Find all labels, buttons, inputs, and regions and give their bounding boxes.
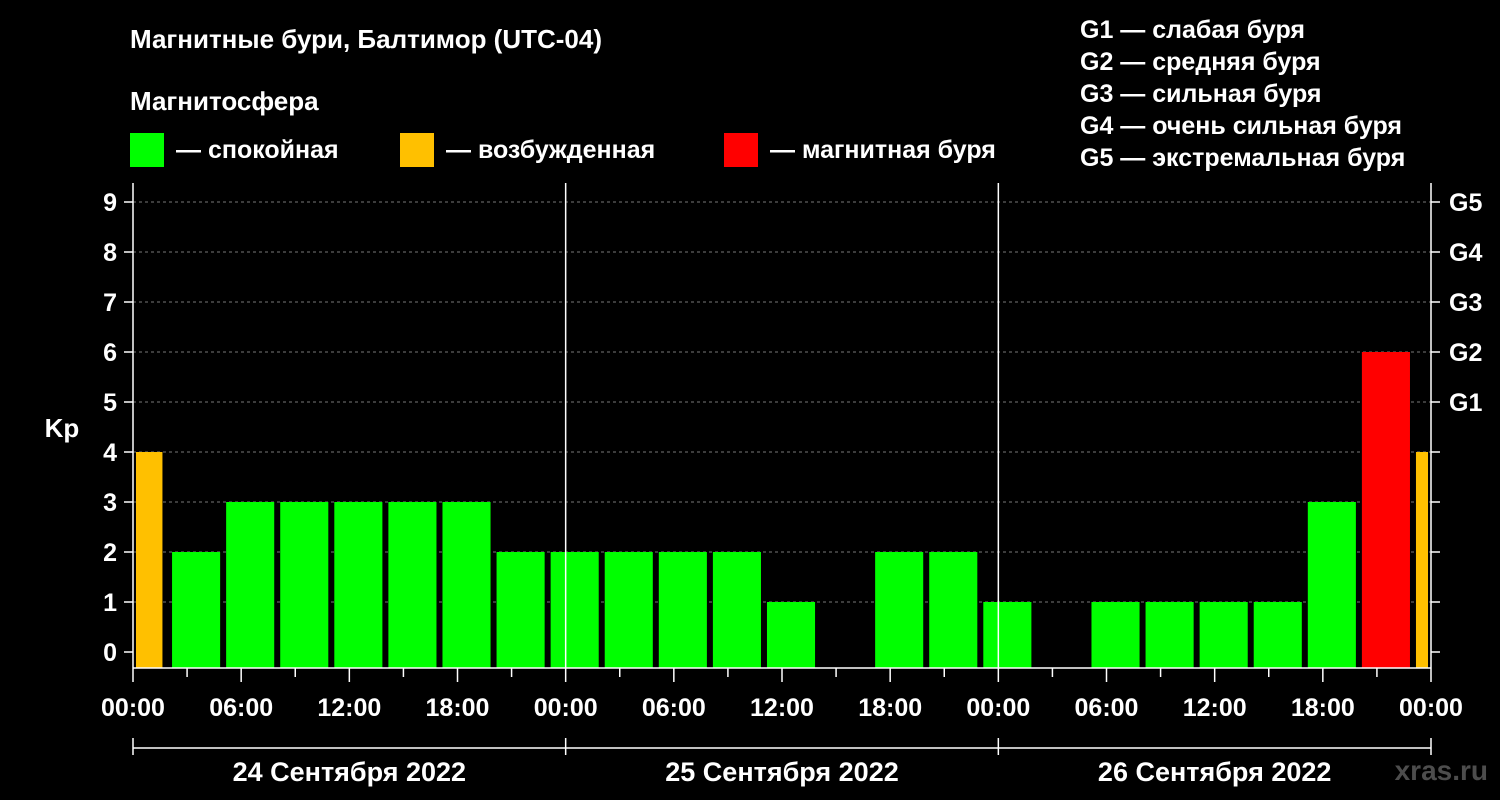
kp-bar: [442, 502, 491, 668]
y-axis-label: Kp: [45, 413, 80, 443]
kp-bar: [1145, 602, 1194, 668]
y-tick-label: 7: [103, 289, 117, 317]
x-tick-label: 06:00: [209, 694, 273, 722]
x-tick-label: 18:00: [426, 694, 490, 722]
kp-bar: [334, 502, 383, 668]
kp-bar: [1415, 452, 1428, 668]
day-label: 24 Сентября 2022: [233, 757, 466, 787]
kp-bar: [1253, 602, 1302, 668]
x-tick-label: 12:00: [1183, 694, 1247, 722]
g-level-label: G5: [1449, 189, 1482, 217]
day-label: 25 Сентября 2022: [665, 757, 898, 787]
x-tick-label: 18:00: [858, 694, 922, 722]
kp-bar: [1199, 602, 1248, 668]
kp-bar: [226, 502, 275, 668]
kp-bar: [929, 552, 978, 668]
kp-bar: [875, 552, 924, 668]
y-tick-label: 0: [103, 639, 117, 667]
y-tick-label: 8: [103, 239, 117, 267]
y-tick-label: 3: [103, 489, 117, 517]
y-tick-label: 6: [103, 339, 117, 367]
day-label: 26 Сентября 2022: [1098, 757, 1331, 787]
x-tick-label: 00:00: [966, 694, 1030, 722]
kp-bar: [388, 502, 437, 668]
x-tick-label: 06:00: [1075, 694, 1139, 722]
kp-bar: [766, 602, 816, 668]
kp-bar: [658, 552, 707, 668]
kp-bar: [604, 552, 653, 668]
kp-bar: [1091, 602, 1140, 668]
kp-bar: [1307, 502, 1356, 668]
x-tick-label: 00:00: [534, 694, 598, 722]
x-tick-label: 12:00: [750, 694, 814, 722]
kp-bar: [136, 452, 163, 668]
g-level-label: G4: [1449, 239, 1482, 267]
kp-bar: [496, 552, 545, 668]
kp-bar: [550, 552, 599, 668]
kp-bar: [1361, 352, 1410, 668]
watermark: xras.ru: [1394, 755, 1488, 786]
y-tick-label: 5: [103, 389, 117, 417]
kp-bar: [983, 602, 1032, 668]
x-tick-label: 00:00: [1399, 694, 1463, 722]
g-level-label: G2: [1449, 339, 1482, 367]
x-tick-label: 06:00: [642, 694, 706, 722]
y-tick-label: 4: [103, 439, 117, 467]
x-tick-label: 12:00: [317, 694, 381, 722]
g-level-label: G1: [1449, 389, 1482, 417]
y-tick-label: 9: [103, 189, 117, 217]
kp-bar: [172, 552, 221, 668]
kp-bar: [280, 502, 329, 668]
kp-bar: [712, 552, 761, 668]
kp-index-chart: 0 1 2 3 4 5 6 7 8 9 G1 G2 G3 G4 G5 Kp 00:00 06:00 12:00 18:…: [45, 183, 1482, 787]
x-tick-label: 00:00: [101, 694, 165, 722]
y-tick-label: 1: [103, 589, 117, 617]
g-level-label: G3: [1449, 289, 1482, 317]
x-tick-label: 18:00: [1291, 694, 1355, 722]
y-tick-label: 2: [103, 539, 117, 567]
